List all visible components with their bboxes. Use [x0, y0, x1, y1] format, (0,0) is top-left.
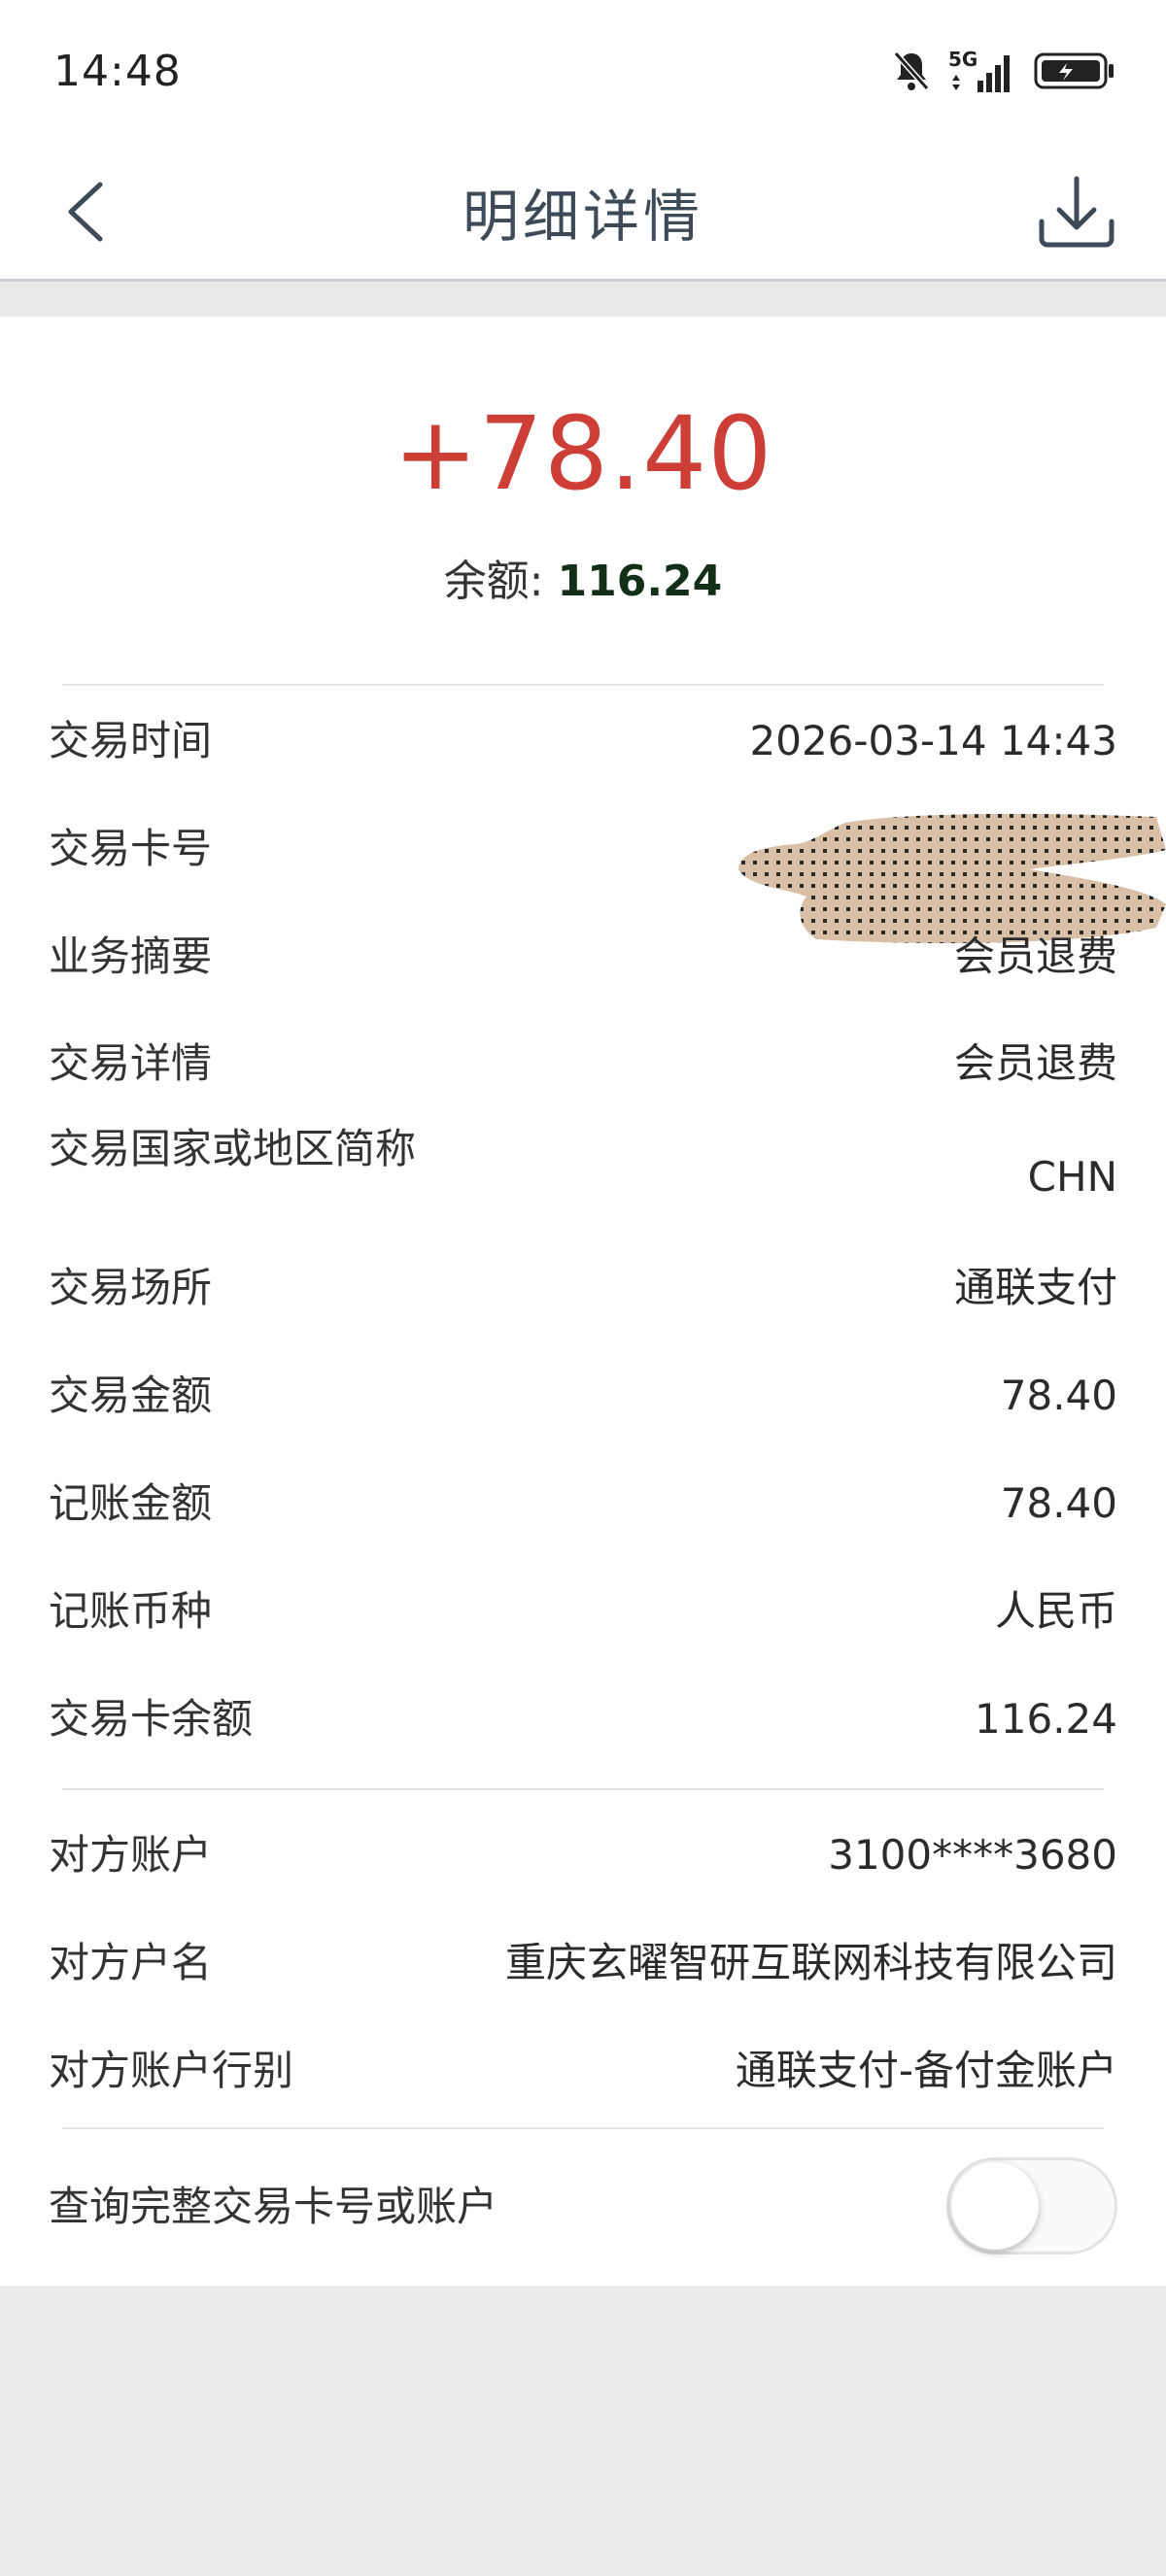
status-icons: 5G [892, 48, 1115, 97]
detail-value: 会员退费 [953, 1039, 1117, 1087]
detail-label: 记账币种 [49, 1587, 213, 1635]
detail-value: 重庆玄曜智研互联网科技有限公司 [504, 1939, 1117, 1986]
detail-value: 会员退费 [953, 932, 1117, 980]
detail-label: 交易金额 [49, 1372, 213, 1419]
transaction-detail-card: +78.40 余额: 116.24 交易时间 2026-03-14 14:43 … [0, 317, 1166, 2286]
download-icon [1039, 176, 1115, 248]
detail-label: 交易国家或地区简称 [49, 1125, 417, 1172]
battery-charging-icon [1034, 51, 1115, 94]
detail-value: 通联支付-备付金账户 [735, 2047, 1117, 2094]
divider [62, 1788, 1104, 1790]
detail-label: 交易时间 [49, 717, 213, 764]
balance-label: 余额: [443, 557, 558, 606]
mute-bell-icon [892, 50, 931, 96]
detail-label: 对方账户 [49, 1831, 213, 1879]
balance-value: 116.24 [557, 557, 723, 606]
detail-label: 对方账户行别 [49, 2047, 294, 2094]
detail-value: 116.24 [975, 1695, 1117, 1743]
balance-line: 余额: 116.24 [0, 546, 1166, 608]
divider [62, 2127, 1104, 2129]
detail-label: 交易卡号 [49, 825, 213, 872]
detail-value: CHN [1027, 1153, 1117, 1201]
detail-value: 3100****3680 [828, 1831, 1117, 1879]
detail-label: 记账金额 [49, 1479, 213, 1527]
divider [62, 684, 1104, 686]
download-button[interactable] [1034, 169, 1119, 254]
query-full-label: 查询完整交易卡号或账户 [49, 2183, 498, 2230]
page-title: 明细详情 [462, 184, 703, 250]
status-time: 14:48 [53, 47, 182, 96]
separator-band [0, 282, 1166, 317]
detail-value: 人民币 [994, 1587, 1117, 1635]
detail-label: 业务摘要 [49, 932, 213, 980]
transaction-amount: +78.40 [393, 394, 773, 513]
detail-value: 78.40 [1000, 1372, 1117, 1419]
detail-value: 通联支付 [953, 1264, 1117, 1311]
detail-value: 2026-03-14 14:43 [749, 717, 1117, 764]
detail-label: 交易详情 [49, 1039, 213, 1087]
nav-bar: 明细详情 [0, 146, 1166, 282]
toggle-knob [951, 2162, 1039, 2250]
detail-label: 交易场所 [49, 1264, 213, 1311]
query-full-toggle[interactable] [946, 2157, 1117, 2254]
detail-label: 交易卡余额 [49, 1695, 254, 1743]
5g-signal-icon: 5G [948, 48, 1016, 94]
status-bar: 14:48 5G [0, 0, 1166, 146]
redaction-scribble [738, 813, 1166, 943]
detail-value: 78.40 [1000, 1479, 1117, 1527]
detail-label: 对方户名 [49, 1939, 213, 1986]
